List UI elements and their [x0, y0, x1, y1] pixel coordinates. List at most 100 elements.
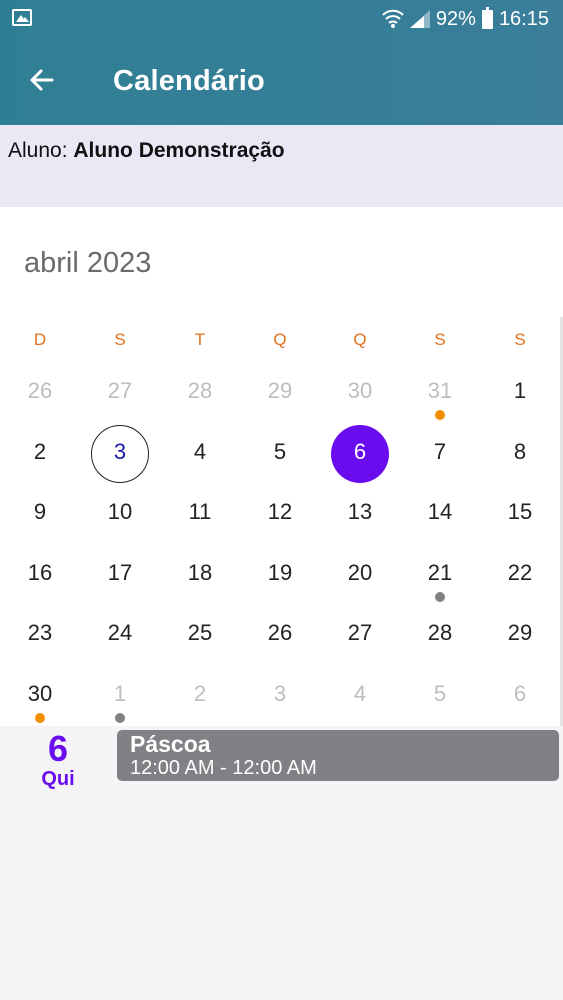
event-dot — [35, 712, 45, 723]
day-cell[interactable]: 16 — [0, 545, 80, 606]
day-number: 12 — [267, 499, 293, 524]
day-cell[interactable]: 10 — [80, 484, 160, 545]
day-cell[interactable]: 23 — [0, 605, 80, 666]
student-info: Aluno: Aluno Demonstração — [8, 139, 285, 163]
day-number: 20 — [347, 559, 373, 585]
event-dot — [435, 591, 445, 602]
day-number: 17 — [107, 559, 133, 585]
status-icons: 92% 16:15 — [382, 6, 549, 31]
day-cell[interactable]: 29 — [240, 363, 320, 424]
day-number: 11 — [188, 499, 212, 524]
weekday-label: S — [514, 330, 526, 349]
day-number: 5 — [433, 680, 447, 706]
weekday-label: S — [434, 330, 446, 349]
page-title: Calendário — [113, 65, 265, 97]
day-number: 14 — [427, 499, 453, 524]
day-cell[interactable]: 18 — [160, 545, 240, 606]
day-cell[interactable]: 20 — [320, 545, 400, 606]
day-number: 30 — [27, 680, 53, 706]
day-cell[interactable]: 4 — [160, 424, 240, 485]
student-label: Aluno: — [8, 139, 68, 162]
day-cell[interactable]: 30 — [0, 666, 80, 727]
day-cell[interactable]: 13 — [320, 484, 400, 545]
day-cell[interactable]: 1 — [80, 666, 160, 727]
student-bar: Aluno: Aluno Demonstração — [0, 125, 563, 207]
day-cell[interactable]: 19 — [240, 545, 320, 606]
day-cell[interactable]: 26 — [0, 363, 80, 424]
day-cell[interactable]: 28 — [400, 605, 480, 666]
battery-percent: 92% — [435, 7, 476, 30]
day-number: 29 — [267, 378, 293, 403]
day-number: 16 — [27, 559, 53, 585]
day-number: 10 — [107, 499, 133, 524]
day-cell[interactable]: 27 — [80, 363, 160, 424]
weekday-label: Q — [353, 330, 367, 349]
day-number: 24 — [107, 620, 133, 645]
day-number: 18 — [187, 559, 213, 585]
signal-icon — [409, 10, 430, 28]
day-number: 6 — [353, 438, 367, 464]
day-number: 31 — [427, 378, 453, 403]
day-cell[interactable]: 1 — [480, 363, 560, 424]
day-cell[interactable]: 4 — [320, 666, 400, 727]
day-cell[interactable]: 5 — [400, 666, 480, 727]
day-cell-selected[interactable]: 6 — [320, 424, 400, 485]
event-card[interactable]: Páscoa 12:00 AM - 12:00 AM — [117, 730, 559, 781]
day-cell-today[interactable]: 3 — [80, 424, 160, 485]
student-name: Aluno Demonstração — [73, 139, 285, 162]
calendar: abril 2023 DSTQQSS 26 27 28 29 30 31 1 2 3 4 5 6 7 8 9… — [0, 207, 563, 726]
day-cell[interactable]: 2 — [0, 424, 80, 485]
day-cell[interactable]: 7 — [400, 424, 480, 485]
day-number: 3 — [113, 438, 127, 464]
event-title: Páscoa — [130, 731, 211, 757]
day-cell[interactable]: 17 — [80, 545, 160, 606]
day-cell[interactable]: 9 — [0, 484, 80, 545]
event-day-name: Qui — [41, 768, 75, 790]
day-number: 1 — [113, 680, 127, 706]
events-panel: 6 Qui Páscoa 12:00 AM - 12:00 AM — [0, 726, 563, 1000]
day-number: 23 — [27, 620, 53, 645]
day-number: 29 — [507, 620, 533, 645]
wifi-icon — [382, 9, 404, 28]
day-number: 26 — [267, 620, 293, 645]
day-cell[interactable]: 15 — [480, 484, 560, 545]
day-number: 8 — [513, 438, 527, 464]
event-dot — [115, 712, 125, 723]
weekday-label: D — [33, 330, 47, 349]
day-cell[interactable]: 25 — [160, 605, 240, 666]
event-day-number: 6 — [47, 728, 69, 769]
day-cell[interactable]: 31 — [400, 363, 480, 424]
day-cell[interactable]: 21 — [400, 545, 480, 606]
day-cell[interactable]: 2 — [160, 666, 240, 727]
day-cell[interactable]: 3 — [240, 666, 320, 727]
event-time: 12:00 AM - 12:00 AM — [130, 757, 317, 779]
day-number: 1 — [513, 378, 527, 403]
day-cell[interactable]: 12 — [240, 484, 320, 545]
day-cell[interactable]: 14 — [400, 484, 480, 545]
day-cell[interactable]: 30 — [320, 363, 400, 424]
day-number: 22 — [507, 559, 533, 585]
day-number: 30 — [347, 378, 373, 403]
day-cell[interactable]: 26 — [240, 605, 320, 666]
day-cell[interactable]: 6 — [480, 666, 560, 727]
day-cell[interactable]: 8 — [480, 424, 560, 485]
day-number: 7 — [433, 438, 447, 464]
day-cell[interactable]: 24 — [80, 605, 160, 666]
day-number: 3 — [273, 680, 287, 706]
day-number: 5 — [273, 438, 287, 464]
day-number: 4 — [193, 438, 207, 464]
day-number: 4 — [353, 680, 367, 706]
day-number: 28 — [187, 378, 213, 403]
day-cell[interactable]: 22 — [480, 545, 560, 606]
day-number: 21 — [427, 559, 453, 585]
weekday-label: T — [194, 330, 206, 349]
day-cell[interactable]: 27 — [320, 605, 400, 666]
clock: 16:15 — [498, 7, 549, 30]
weekday-label: Q — [273, 330, 287, 349]
day-cell[interactable]: 11 — [160, 484, 240, 545]
day-cell[interactable]: 28 — [160, 363, 240, 424]
battery-icon — [481, 6, 493, 29]
day-cell[interactable]: 29 — [480, 605, 560, 666]
day-cell[interactable]: 5 — [240, 424, 320, 485]
arrow-left-icon[interactable] — [26, 64, 58, 96]
